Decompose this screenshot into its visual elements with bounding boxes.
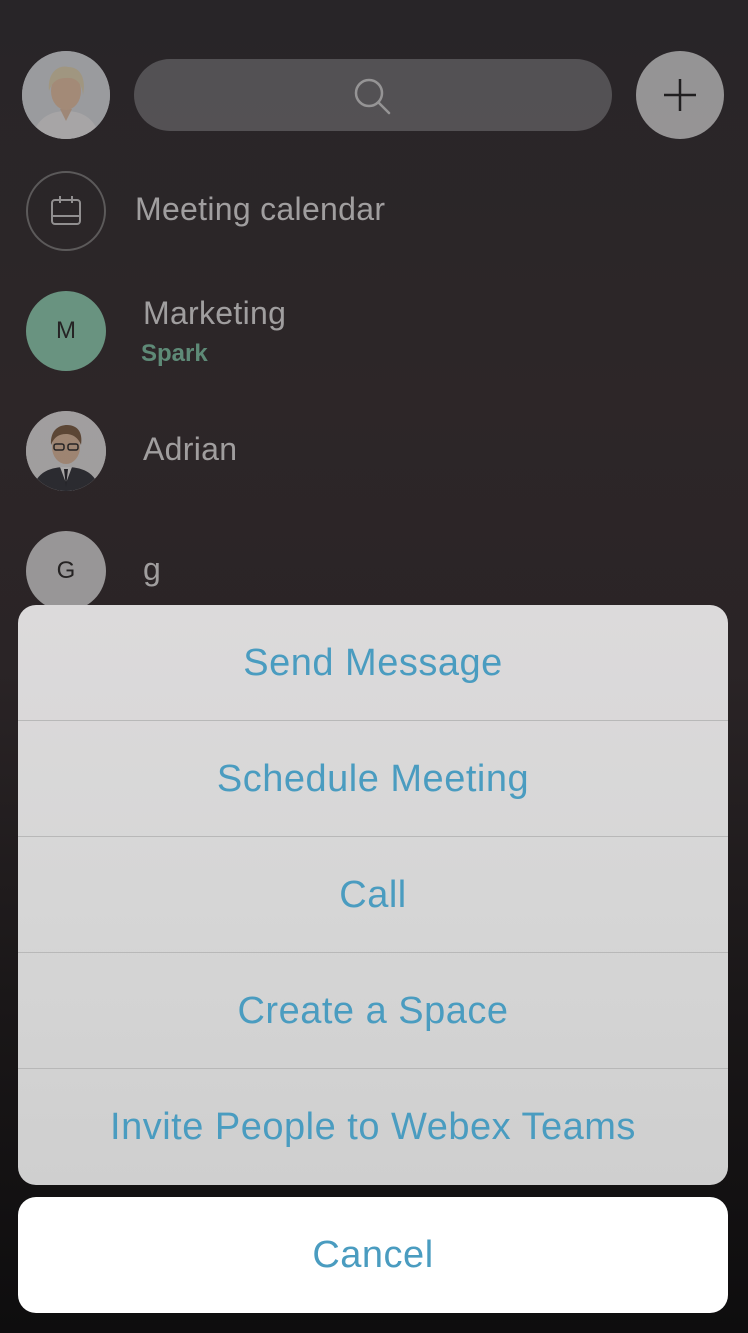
plus-icon (664, 79, 696, 111)
send-message-button[interactable]: Send Message (18, 605, 728, 721)
list-item-marketing[interactable]: M Marketing Spark (0, 291, 748, 371)
list-item-subtitle: Spark (141, 340, 208, 367)
search-icon (354, 78, 391, 115)
list-item-title: Adrian (143, 431, 238, 467)
list-item-meeting-calendar[interactable]: Meeting calendar (0, 171, 748, 251)
cancel-button[interactable]: Cancel (18, 1197, 728, 1313)
schedule-meeting-button[interactable]: Schedule Meeting (18, 721, 728, 837)
call-button[interactable]: Call (18, 837, 728, 953)
space-initial: G (56, 557, 76, 584)
space-avatar: M (26, 291, 106, 371)
list-item-adrian[interactable]: Adrian (0, 411, 748, 491)
space-initial: M (56, 317, 76, 344)
avatar (26, 411, 106, 491)
user-avatar-image (22, 51, 110, 139)
create-space-button[interactable]: Create a Space (18, 953, 728, 1069)
search-input[interactable] (134, 59, 612, 131)
invite-people-button[interactable]: Invite People to Webex Teams (18, 1069, 728, 1185)
user-avatar[interactable] (22, 51, 110, 139)
list-item-title: Meeting calendar (135, 191, 386, 227)
list-item-title: g (143, 551, 162, 587)
space-avatar: G (26, 531, 106, 611)
list-item-g[interactable]: G g (0, 531, 748, 611)
action-sheet: Send Message Schedule Meeting Call Creat… (18, 605, 728, 1185)
calendar-icon (26, 171, 106, 251)
add-button[interactable] (636, 51, 724, 139)
list-item-title: Marketing (143, 295, 287, 331)
